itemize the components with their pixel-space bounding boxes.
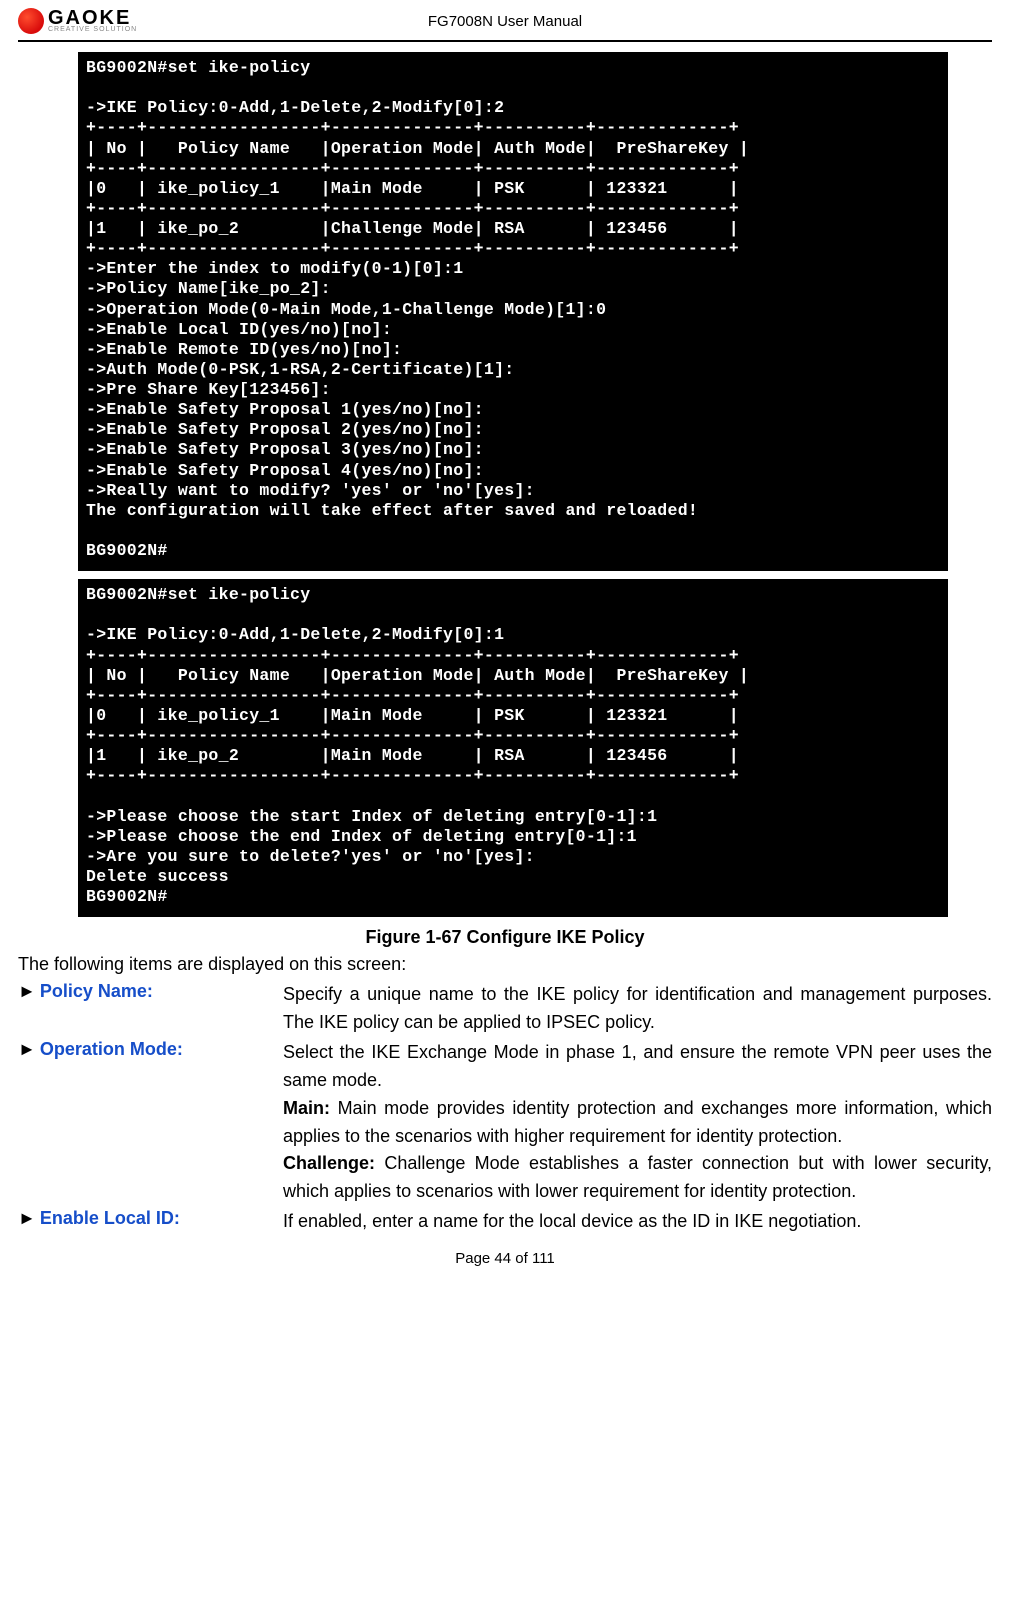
- desc-operation-mode: Select the IKE Exchange Mode in phase 1,…: [283, 1039, 992, 1206]
- label-policy-name: Policy Name:: [40, 981, 153, 1001]
- header-divider: [18, 40, 992, 42]
- terminal-output-modify: BG9002N#set ike-policy ->IKE Policy:0-Ad…: [78, 52, 948, 571]
- desc-operation-intro: Select the IKE Exchange Mode in phase 1,…: [283, 1042, 992, 1090]
- brand-logo: GAOKE CREATIVE SOLUTION: [18, 8, 137, 34]
- page-header: GAOKE CREATIVE SOLUTION FG7008N User Man…: [18, 0, 992, 38]
- logo-subtext: CREATIVE SOLUTION: [48, 27, 137, 33]
- figure-caption: Figure 1-67 Configure IKE Policy: [18, 927, 992, 948]
- label-challenge-mode: Challenge:: [283, 1153, 375, 1173]
- intro-text: The following items are displayed on thi…: [18, 954, 992, 975]
- definition-operation-mode: ►Operation Mode: Select the IKE Exchange…: [18, 1039, 992, 1206]
- label-enable-local-id: Enable Local ID:: [40, 1208, 180, 1228]
- label-operation-mode: Operation Mode:: [40, 1039, 183, 1059]
- label-main-mode: Main:: [283, 1098, 330, 1118]
- logo-text: GAOKE: [48, 9, 137, 27]
- terminal-output-delete: BG9002N#set ike-policy ->IKE Policy:0-Ad…: [78, 579, 948, 917]
- page-title: FG7008N User Manual: [428, 13, 582, 30]
- logo-mark-icon: [18, 8, 44, 34]
- definition-policy-name: ►Policy Name: Specify a unique name to t…: [18, 981, 992, 1037]
- desc-policy-name: Specify a unique name to the IKE policy …: [283, 981, 992, 1037]
- definition-enable-local-id: ►Enable Local ID: If enabled, enter a na…: [18, 1208, 992, 1236]
- desc-enable-local-id: If enabled, enter a name for the local d…: [283, 1208, 992, 1236]
- page-footer: Page 44 of 111: [18, 1250, 992, 1267]
- desc-challenge-mode: Challenge Mode establishes a faster conn…: [283, 1153, 992, 1201]
- desc-main-mode: Main mode provides identity protection a…: [283, 1098, 992, 1146]
